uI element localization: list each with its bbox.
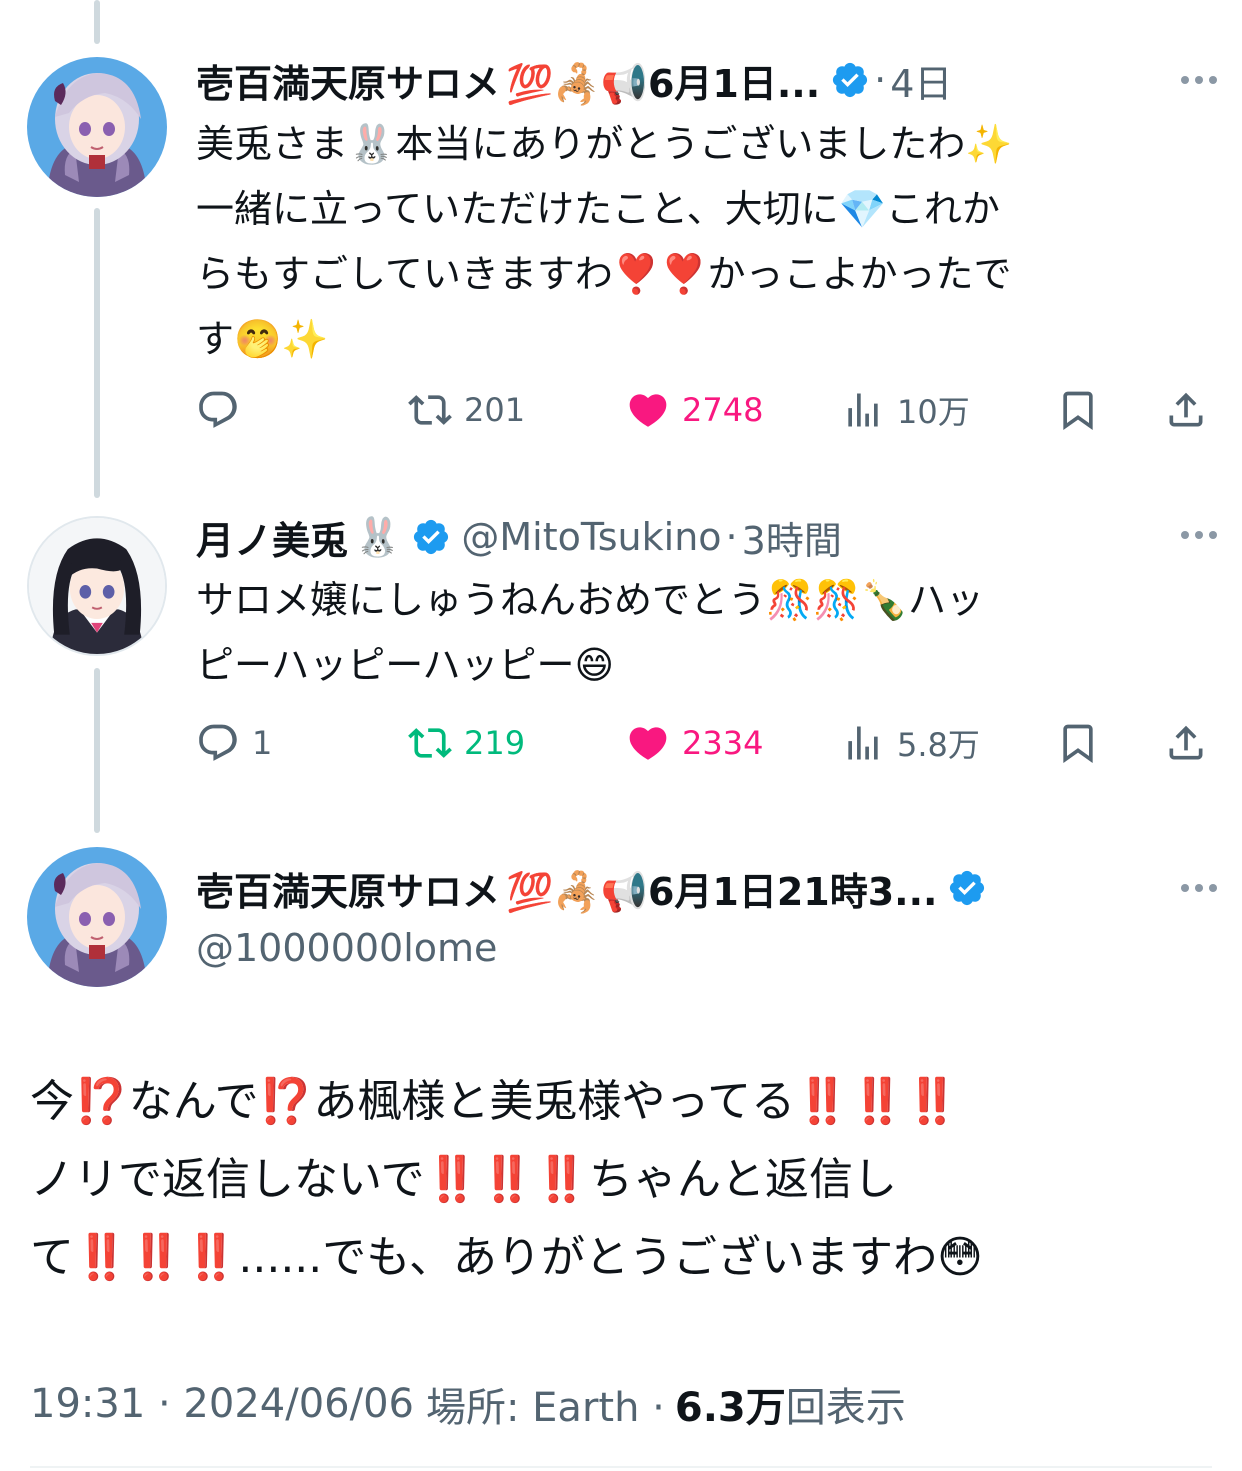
- display-name[interactable]: 壱百満天原サロメ: [196, 861, 500, 916]
- timestamp[interactable]: 19:31 · 2024/06/06: [30, 1381, 414, 1427]
- separator-dot: ·: [725, 515, 738, 559]
- retweet-icon: [408, 395, 452, 425]
- verified-icon: [414, 519, 449, 555]
- bookmark-icon: [1063, 724, 1093, 764]
- more-icon[interactable]: [1174, 515, 1224, 555]
- tweet-header: 月ノ美兎 🐰 @MitoTsukino · 3時間: [196, 507, 842, 567]
- retweet-count: 219: [464, 724, 526, 762]
- share-button[interactable]: [1164, 713, 1208, 773]
- thread-line-2: [94, 668, 100, 833]
- reply-icon: [199, 724, 237, 761]
- thread-line-1: [94, 208, 100, 498]
- bookmark-icon: [1063, 391, 1093, 431]
- reply-button[interactable]: [196, 380, 252, 440]
- like-icon: [629, 394, 667, 427]
- handle[interactable]: @1000000lome: [196, 926, 497, 970]
- reply-button[interactable]: 1: [196, 713, 272, 773]
- text-line: サロメ嬢にしゅうねんおめでとう🎊🎊🍾ハッ: [196, 578, 984, 622]
- separator-dot: ·: [874, 58, 887, 102]
- verified-icon: [950, 870, 985, 906]
- text-line: ピーハッピーハッピー😄: [196, 643, 615, 687]
- action-bar: 1 219 2334 5.8万: [196, 713, 1226, 773]
- text-line: 一緒に立っていただけたこと、大切に💎これか: [196, 187, 1000, 231]
- text-line: 美兎さま🐰本当にありがとうございましたわ✨: [196, 122, 1013, 166]
- views-button[interactable]: 5.8万: [841, 713, 980, 773]
- name-emojis: 💯🦂📢6月1日...: [506, 61, 821, 106]
- view-count: 6.3万: [674, 1385, 786, 1431]
- retweet-button[interactable]: 219: [408, 713, 525, 773]
- main-tweet-handle-row: @1000000lome: [196, 918, 497, 978]
- like-count: 2334: [682, 724, 764, 762]
- views-icon: [848, 393, 878, 427]
- bookmark-button[interactable]: [1056, 713, 1100, 773]
- tweet-text: サロメ嬢にしゅうねんおめでとう🎊🎊🍾ハッ ピーハッピーハッピー😄: [196, 568, 1206, 698]
- retweet-button[interactable]: 201: [408, 380, 525, 440]
- name-emojis: 🐰: [354, 514, 402, 559]
- share-button[interactable]: [1164, 380, 1208, 440]
- tweet-time[interactable]: 3時間: [742, 510, 842, 565]
- reply-count: 1: [252, 724, 273, 762]
- share-icon: [1169, 392, 1203, 427]
- display-name[interactable]: 月ノ美兎: [196, 510, 348, 565]
- more-icon[interactable]: [1174, 60, 1224, 100]
- like-icon: [629, 727, 667, 760]
- retweet-count: 201: [464, 391, 526, 429]
- text-line: 今⁉️なんで⁉️あ楓様と美兎様やってる‼️‼️‼️: [30, 1076, 960, 1127]
- text-line: ノリで返信しないで‼️‼️‼️ちゃんと返信し: [30, 1154, 898, 1205]
- bookmark-button[interactable]: [1056, 380, 1100, 440]
- thread-line-top: [94, 0, 100, 44]
- view-count: 10万: [897, 393, 970, 431]
- more-icon[interactable]: [1174, 868, 1224, 908]
- avatar-mito[interactable]: [27, 516, 167, 656]
- retweet-icon: [408, 728, 452, 758]
- main-tweet-header: 壱百満天原サロメ 💯🦂📢6月1日21時3...: [196, 858, 987, 918]
- action-bar: 201 2748 10万: [196, 380, 1226, 440]
- tweet-header: 壱百満天原サロメ 💯🦂📢6月1日... · 4日: [196, 50, 952, 110]
- divider: [30, 1466, 1212, 1468]
- location: 場所: Earth ·: [425, 1385, 665, 1431]
- like-button[interactable]: 2748: [626, 380, 763, 440]
- display-name[interactable]: 壱百満天原サロメ: [196, 53, 500, 108]
- avatar-salome[interactable]: [27, 847, 167, 987]
- tweet-meta: 19:31 · 2024/06/06 場所: Earth · 6.3万 回表示: [30, 1375, 906, 1433]
- views-icon: [848, 726, 878, 760]
- like-count: 2748: [682, 391, 764, 429]
- avatar-salome[interactable]: [27, 57, 167, 197]
- view-label: 回表示: [785, 1385, 906, 1431]
- like-button[interactable]: 2334: [626, 713, 763, 773]
- view-count: 5.8万: [897, 726, 980, 764]
- tweet-text: 美兎さま🐰本当にありがとうございましたわ✨ 一緒に立っていただけたこと、大切に💎…: [196, 112, 1206, 372]
- text-line: らもすごしていきますわ❣️❣️かっこよかったで: [196, 252, 1012, 296]
- main-tweet-text: 今⁉️なんで⁉️あ楓様と美兎様やってる‼️‼️‼️ ノリで返信しないで‼️‼️‼…: [30, 1063, 1210, 1297]
- name-emojis: 💯🦂📢6月1日21時3...: [506, 869, 938, 914]
- share-icon: [1169, 725, 1203, 760]
- tweet-time[interactable]: 4日: [890, 53, 952, 108]
- handle[interactable]: @MitoTsukino: [461, 515, 721, 559]
- text-line: す🤭✨: [196, 317, 329, 361]
- text-line: て‼️‼️‼️......でも、ありがとうございますわ😳: [30, 1232, 983, 1283]
- verified-icon: [833, 62, 868, 98]
- views-button[interactable]: 10万: [841, 380, 970, 440]
- reply-icon: [199, 391, 237, 428]
